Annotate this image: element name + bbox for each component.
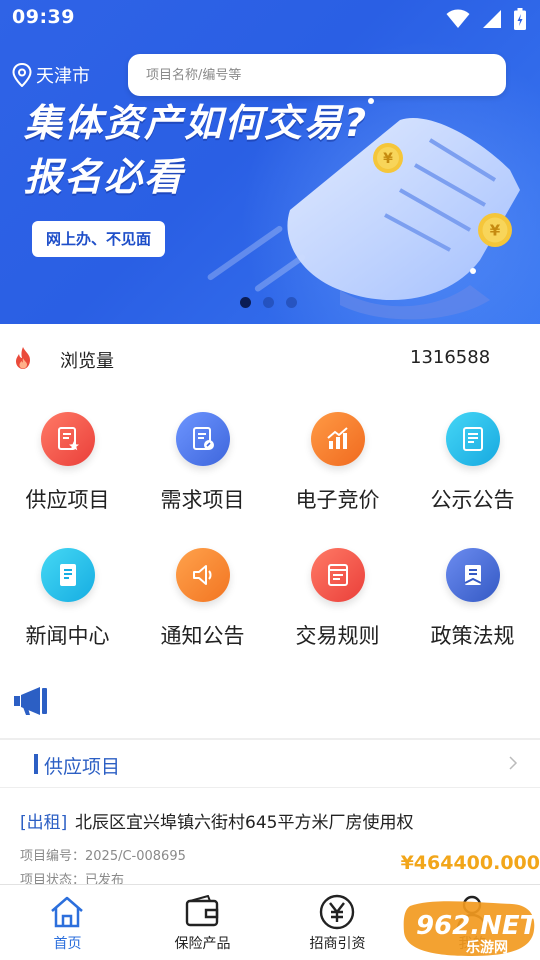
item-code: 项目编号：2025/C-008695 <box>20 849 186 864</box>
carousel-dot[interactable] <box>240 297 251 308</box>
banner[interactable]: 09:39 天津市 集体资产如何交易? 报名必看 网上办、不见面 <box>0 0 540 324</box>
grid-item-demand[interactable]: 需求项目 <box>135 400 270 520</box>
search-box[interactable] <box>128 54 506 96</box>
chart-bar-icon <box>311 412 365 466</box>
grid-item-news[interactable]: 新闻中心 <box>0 536 135 656</box>
nav-label: 保险产品 <box>174 936 231 952</box>
watermark-text: 962.NET <box>416 911 540 941</box>
nav-item-investment[interactable]: 招商引资 <box>270 885 405 960</box>
signal-icon <box>483 10 501 28</box>
grid-item-label: 政策法规 <box>430 624 515 648</box>
section-header-supply[interactable]: 供应项目 <box>0 740 540 788</box>
grid-item-policy[interactable]: 政策法规 <box>405 536 540 656</box>
home-icon <box>47 893 87 931</box>
location-label: 天津市 <box>36 66 90 87</box>
banner-subtitle: 报名必看 <box>24 155 185 199</box>
carousel-indicator <box>240 297 297 308</box>
nav-item-home[interactable]: 首页 <box>0 885 135 960</box>
nav-item-insurance[interactable]: 保险产品 <box>135 885 270 960</box>
item-price: ¥464400.000 <box>400 852 540 874</box>
views-count: 1316588 <box>410 347 491 368</box>
carousel-dot[interactable] <box>286 297 297 308</box>
document-edit-icon <box>176 412 230 466</box>
chevron-right-icon[interactable] <box>508 754 518 772</box>
item-tag: [出租] <box>20 813 68 833</box>
grid-item-label: 需求项目 <box>160 488 245 512</box>
grid-item-label: 通知公告 <box>160 624 245 648</box>
nav-label: 首页 <box>53 936 82 952</box>
views-row: 浏览量 1316588 <box>0 324 540 392</box>
location-pin-icon <box>12 63 32 87</box>
news-icon <box>41 548 95 602</box>
views-label: 浏览量 <box>60 351 114 372</box>
section-accent-bar <box>34 754 38 774</box>
document-lines-icon <box>446 412 500 466</box>
svg-text:¥: ¥ <box>383 151 393 167</box>
item-title: 北辰区宜兴埠镇六街村645平方米厂房使用权 <box>75 813 414 833</box>
grid-item-label: 供应项目 <box>25 488 110 512</box>
watermark-subtext: 乐游网 <box>466 939 508 956</box>
battery-icon <box>514 8 526 30</box>
grid-item-label: 交易规则 <box>295 624 380 648</box>
section-title: 供应项目 <box>44 756 121 778</box>
grid-item-label: 电子竞价 <box>295 488 380 512</box>
grid-item-label: 新闻中心 <box>25 624 110 648</box>
carousel-dot[interactable] <box>263 297 274 308</box>
document-star-icon <box>41 412 95 466</box>
search-input[interactable] <box>128 54 506 96</box>
grid-item-rules[interactable]: 交易规则 <box>270 536 405 656</box>
svg-text:¥: ¥ <box>490 222 501 240</box>
grid-item-publicity[interactable]: 公示公告 <box>405 400 540 520</box>
grid-item-notice[interactable]: 通知公告 <box>135 536 270 656</box>
banner-decoration <box>470 268 476 274</box>
status-bar: 09:39 <box>0 0 540 36</box>
location-selector[interactable]: 天津市 <box>12 62 90 88</box>
wallet-icon <box>182 893 222 931</box>
nav-label: 招商引资 <box>309 936 366 952</box>
coin-icon: ¥ <box>373 143 403 173</box>
grid-item-label: 公示公告 <box>430 488 515 512</box>
list-item[interactable]: [出租] 北辰区宜兴埠镇六街村645平方米厂房使用权 项目编号：2025/C-0… <box>0 788 540 888</box>
banner-decoration <box>368 98 374 104</box>
site-watermark-logo: 962.NET 乐游网 <box>403 901 540 956</box>
wifi-icon <box>446 9 470 28</box>
grid-item-supply[interactable]: 供应项目 <box>0 400 135 520</box>
speaker-icon <box>176 548 230 602</box>
rules-icon <box>311 548 365 602</box>
yen-icon <box>317 893 357 931</box>
coin-icon: ¥ <box>478 213 512 247</box>
banner-pill-button[interactable]: 网上办、不见面 <box>32 221 166 257</box>
status-time: 09:39 <box>12 6 75 28</box>
book-icon <box>446 548 500 602</box>
megaphone-icon <box>14 687 47 715</box>
status-icons <box>446 8 526 30</box>
grid-item-bidding[interactable]: 电子竞价 <box>270 400 405 520</box>
fire-icon <box>16 347 30 369</box>
